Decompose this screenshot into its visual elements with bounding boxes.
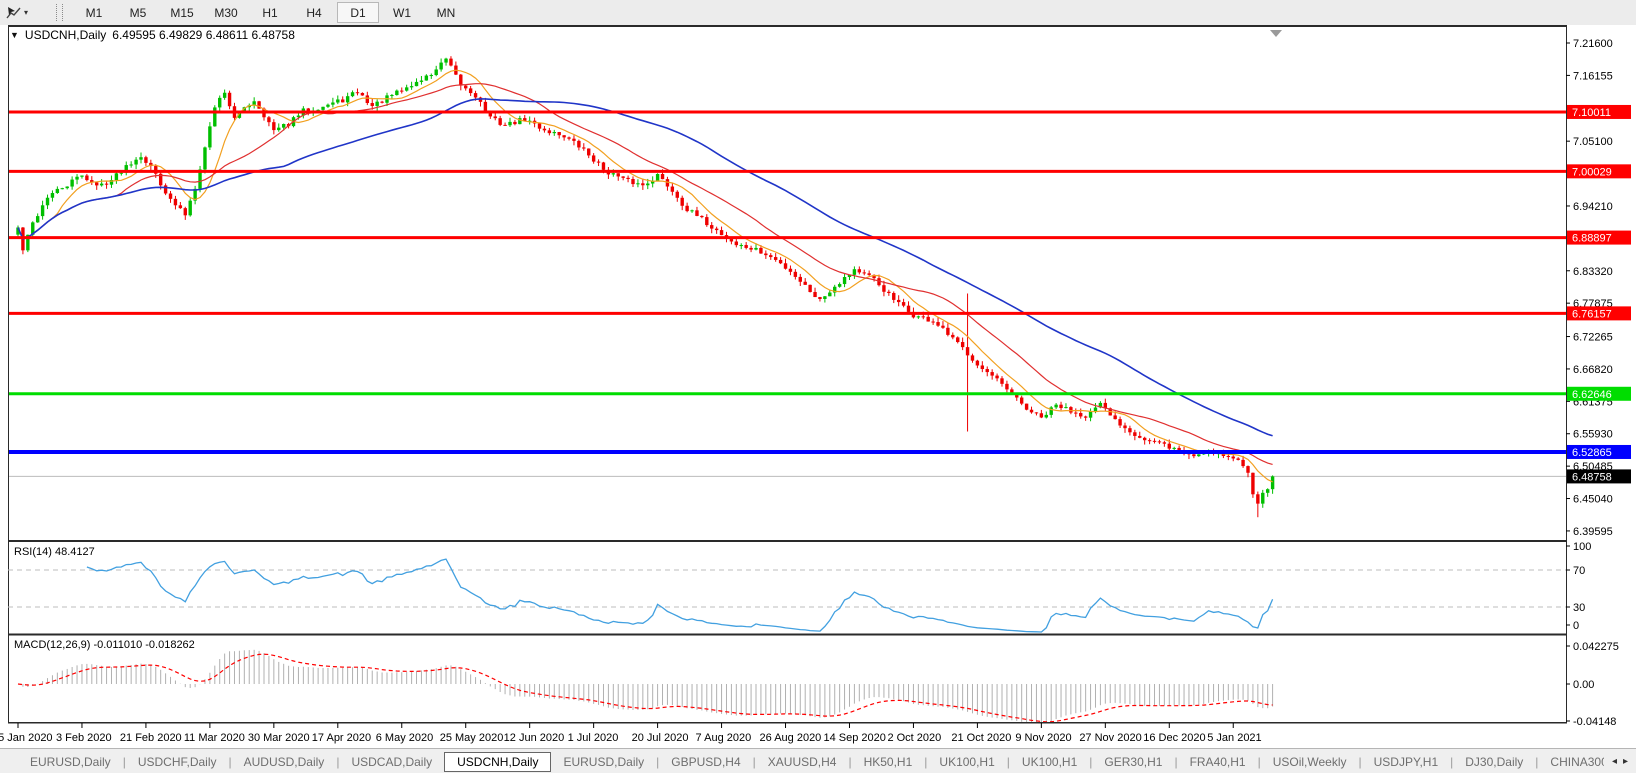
chart-tab-usdjpy-h1[interactable]: USDJPY,H1 <box>1362 752 1450 772</box>
price-axis-tick: 6.83320 <box>1573 266 1613 278</box>
chart-tab-bar: EURUSD,Daily|USDCHF,Daily|AUDUSD,Daily|U… <box>0 748 1636 773</box>
price-level-badge: 6.76157 <box>1572 308 1612 320</box>
timeframe-button-m1[interactable]: M1 <box>73 2 115 23</box>
macd-axis-tick: 0.00 <box>1573 679 1594 691</box>
chart-tab-usdcad-daily[interactable]: USDCAD,Daily <box>339 752 444 772</box>
date-axis-label: 15 Jan 2020 <box>0 732 53 744</box>
macd-indicator-label: MACD(12,26,9) -0.011010 -0.018262 <box>14 639 195 651</box>
date-axis-label: 2 Oct 2020 <box>887 732 941 744</box>
toolbar-grip[interactable] <box>56 4 63 21</box>
one-click-collapse-icon[interactable]: ▼ <box>10 31 19 40</box>
chart-window: 7.216007.161557.051006.942106.833206.778… <box>0 25 1636 748</box>
chart-tab-hk50-h1[interactable]: HK50,H1 <box>852 752 925 772</box>
price-level-badge: 6.52865 <box>1572 447 1612 459</box>
rsi-axis-tick: 70 <box>1573 565 1585 577</box>
date-axis-label: 25 May 2020 <box>440 732 504 744</box>
price-axis-tick: 7.16155 <box>1573 70 1613 82</box>
chart-tab-dj30-daily[interactable]: DJ30,Daily <box>1453 752 1535 772</box>
price-axis-tick: 7.21600 <box>1573 38 1613 50</box>
timeframe-button-h4[interactable]: H4 <box>293 2 335 23</box>
chart-tab-usoil-weekly[interactable]: USOil,Weekly <box>1261 752 1359 772</box>
crosshair-tool-button[interactable]: ▾ <box>0 4 34 22</box>
date-axis-label: 17 Apr 2020 <box>312 732 371 744</box>
chart-tab-usdchf-daily[interactable]: USDCHF,Daily <box>126 752 229 772</box>
chart-tab-china300-h1[interactable]: CHINA300,H1 <box>1538 752 1604 772</box>
rsi-axis-tick: 100 <box>1573 541 1591 553</box>
price-level-badge: 7.10011 <box>1572 107 1611 119</box>
date-axis-label: 5 Jan 2021 <box>1207 732 1261 744</box>
price-axis-tick: 7.05100 <box>1573 136 1613 148</box>
price-axis-tick: 6.39595 <box>1573 526 1613 538</box>
chart-canvas[interactable]: 7.216007.161557.051006.942106.833206.778… <box>0 25 1636 748</box>
chart-tab-uk100-h1[interactable]: UK100,H1 <box>927 752 1006 772</box>
timeframe-buttons: M1M5M15M30H1H4D1W1MN <box>73 2 467 23</box>
chart-tab-eurusd-daily[interactable]: EURUSD,Daily <box>18 752 123 772</box>
date-axis-label: 16 Dec 2020 <box>1143 732 1205 744</box>
chart-ohlc-values: 6.49595 6.49829 6.48611 6.48758 <box>112 28 295 42</box>
timeframe-button-h1[interactable]: H1 <box>249 2 291 23</box>
timeframe-toolbar: ▾ M1M5M15M30H1H4D1W1MN <box>0 0 1636 26</box>
chart-tab-xauusd-h4[interactable]: XAUUSD,H4 <box>756 752 849 772</box>
date-axis-label: 21 Feb 2020 <box>120 732 182 744</box>
date-axis-label: 9 Nov 2020 <box>1015 732 1071 744</box>
price-level-badge: 6.88897 <box>1572 233 1612 245</box>
chart-title: ▼ USDCNH,Daily 6.49595 6.49829 6.48611 6… <box>10 28 295 42</box>
timeframe-button-w1[interactable]: W1 <box>381 2 423 23</box>
date-axis-label: 3 Feb 2020 <box>56 732 112 744</box>
date-axis-label: 14 Sep 2020 <box>823 732 885 744</box>
date-axis-label: 21 Oct 2020 <box>951 732 1011 744</box>
tabs-scroll-left-button[interactable]: ◂ <box>1612 756 1617 767</box>
crosshair-tool-icon <box>6 6 22 20</box>
date-axis-label: 12 Jun 2020 <box>504 732 565 744</box>
macd-axis-tick: -0.04148 <box>1573 716 1616 728</box>
chevron-down-icon: ▾ <box>24 9 28 17</box>
rsi-axis-tick: 30 <box>1573 602 1585 614</box>
chart-tab-eurusd-daily[interactable]: EURUSD,Daily <box>551 752 656 772</box>
price-axis-tick: 6.55930 <box>1573 429 1613 441</box>
timeframe-button-mn[interactable]: MN <box>425 2 467 23</box>
chart-tab-audusd-daily[interactable]: AUDUSD,Daily <box>232 752 337 772</box>
price-axis-tick: 6.94210 <box>1573 201 1613 213</box>
timeframe-button-m15[interactable]: M15 <box>161 2 203 23</box>
price-level-badge: 6.48758 <box>1572 471 1612 483</box>
timeframe-button-m30[interactable]: M30 <box>205 2 247 23</box>
date-axis-label: 1 Jul 2020 <box>568 732 619 744</box>
chart-tab-ger30-h1[interactable]: GER30,H1 <box>1092 752 1174 772</box>
mt4-window: ▾ M1M5M15M30H1H4D1W1MN 7.21600 7.16155 7.0… <box>0 0 1636 773</box>
price-level-badge: 7.00029 <box>1572 166 1612 178</box>
chart-shift-triangle[interactable] <box>1270 30 1282 37</box>
date-axis-label: 30 Mar 2020 <box>248 732 310 744</box>
chart-tabs: EURUSD,Daily|USDCHF,Daily|AUDUSD,Daily|U… <box>0 749 1604 773</box>
price-level-badge: 6.62646 <box>1572 389 1612 401</box>
date-axis-label: 6 May 2020 <box>376 732 433 744</box>
tabs-scroll-right-button[interactable]: ▸ <box>1623 756 1628 767</box>
price-axis-tick: 6.45040 <box>1573 494 1613 506</box>
chart-symbol-period: USDCNH,Daily <box>25 28 106 42</box>
date-axis-label: 26 Aug 2020 <box>760 732 822 744</box>
chart-tab-gbpusd-h4[interactable]: GBPUSD,H4 <box>659 752 752 772</box>
chart-tab-fra40-h1[interactable]: FRA40,H1 <box>1178 752 1258 772</box>
chart-tab-usdcnh-daily[interactable]: USDCNH,Daily <box>444 752 551 772</box>
rsi-indicator-label: RSI(14) 48.4127 <box>14 546 95 558</box>
date-axis-label: 20 Jul 2020 <box>632 732 689 744</box>
timeframe-button-d1[interactable]: D1 <box>337 2 379 23</box>
date-axis-label: 11 Mar 2020 <box>184 732 245 744</box>
macd-axis-tick: 0.042275 <box>1573 641 1619 653</box>
price-axis-tick: 6.72265 <box>1573 332 1613 344</box>
rsi-axis-tick: 0 <box>1573 620 1579 632</box>
tab-scroll-arrows: ◂ ▸ <box>1604 756 1636 767</box>
date-axis-label: 27 Nov 2020 <box>1079 732 1141 744</box>
price-axis-tick: 6.66820 <box>1573 364 1613 376</box>
date-axis-label: 7 Aug 2020 <box>696 732 752 744</box>
timeframe-button-m5[interactable]: M5 <box>117 2 159 23</box>
chart-tab-uk100-h1[interactable]: UK100,H1 <box>1010 752 1089 772</box>
